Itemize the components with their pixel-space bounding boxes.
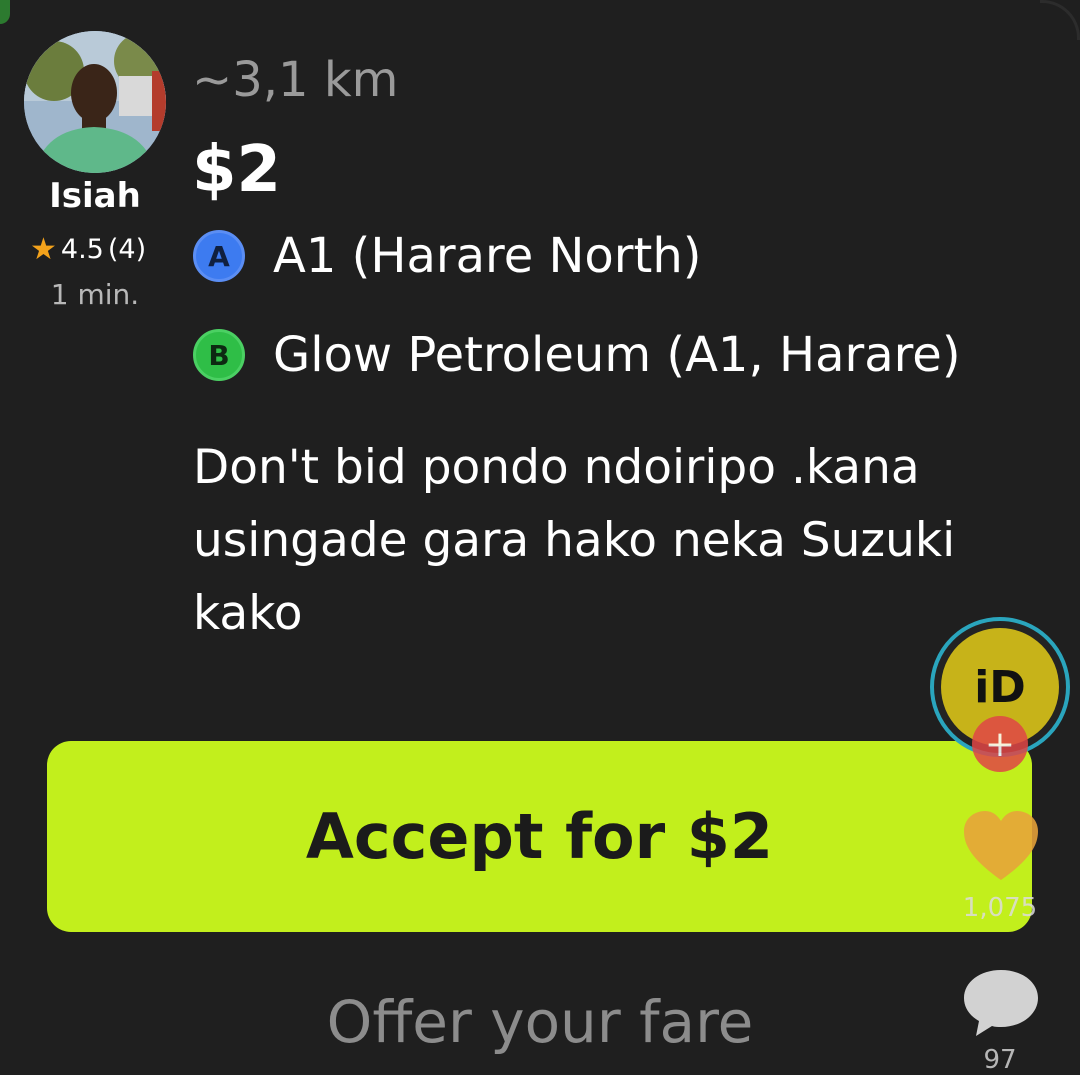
driver-name: Isiah: [49, 176, 141, 216]
driver-avatar[interactable]: [24, 31, 166, 173]
dropoff-marker-icon: B: [193, 329, 245, 381]
accept-fare-button[interactable]: Accept for $2: [47, 741, 1032, 932]
trip-distance: ~3,1 km: [192, 52, 399, 108]
dropoff-stop: B Glow Petroleum (A1, Harare): [193, 327, 961, 383]
trip-price: $2: [192, 133, 282, 207]
passenger-comment: Don't bid pondo ndoiripo .kana usingade …: [193, 440, 956, 641]
rating-value: 4.5: [60, 234, 104, 265]
star-icon: ★: [30, 232, 57, 267]
card-corner-accent: [0, 0, 10, 24]
dropoff-address: Glow Petroleum (A1, Harare): [273, 327, 961, 383]
driver-eta: 1 min.: [50, 278, 140, 311]
driver-rating: ★ 4.5 (4): [30, 232, 146, 267]
pickup-stop: A A1 (Harare North): [193, 228, 701, 284]
plus-icon[interactable]: +: [972, 716, 1028, 772]
like-count: 1,075: [962, 893, 1038, 923]
offer-fare-button[interactable]: Offer your fare: [0, 988, 1080, 1056]
comment-bubble-icon[interactable]: [962, 968, 1040, 1038]
heart-icon[interactable]: [962, 810, 1040, 882]
rating-count: (4): [107, 234, 147, 265]
card-corner: [1040, 0, 1080, 40]
pickup-address: A1 (Harare North): [273, 228, 702, 284]
comment-count: 97: [983, 1045, 1017, 1075]
pickup-marker-icon: A: [193, 230, 245, 282]
